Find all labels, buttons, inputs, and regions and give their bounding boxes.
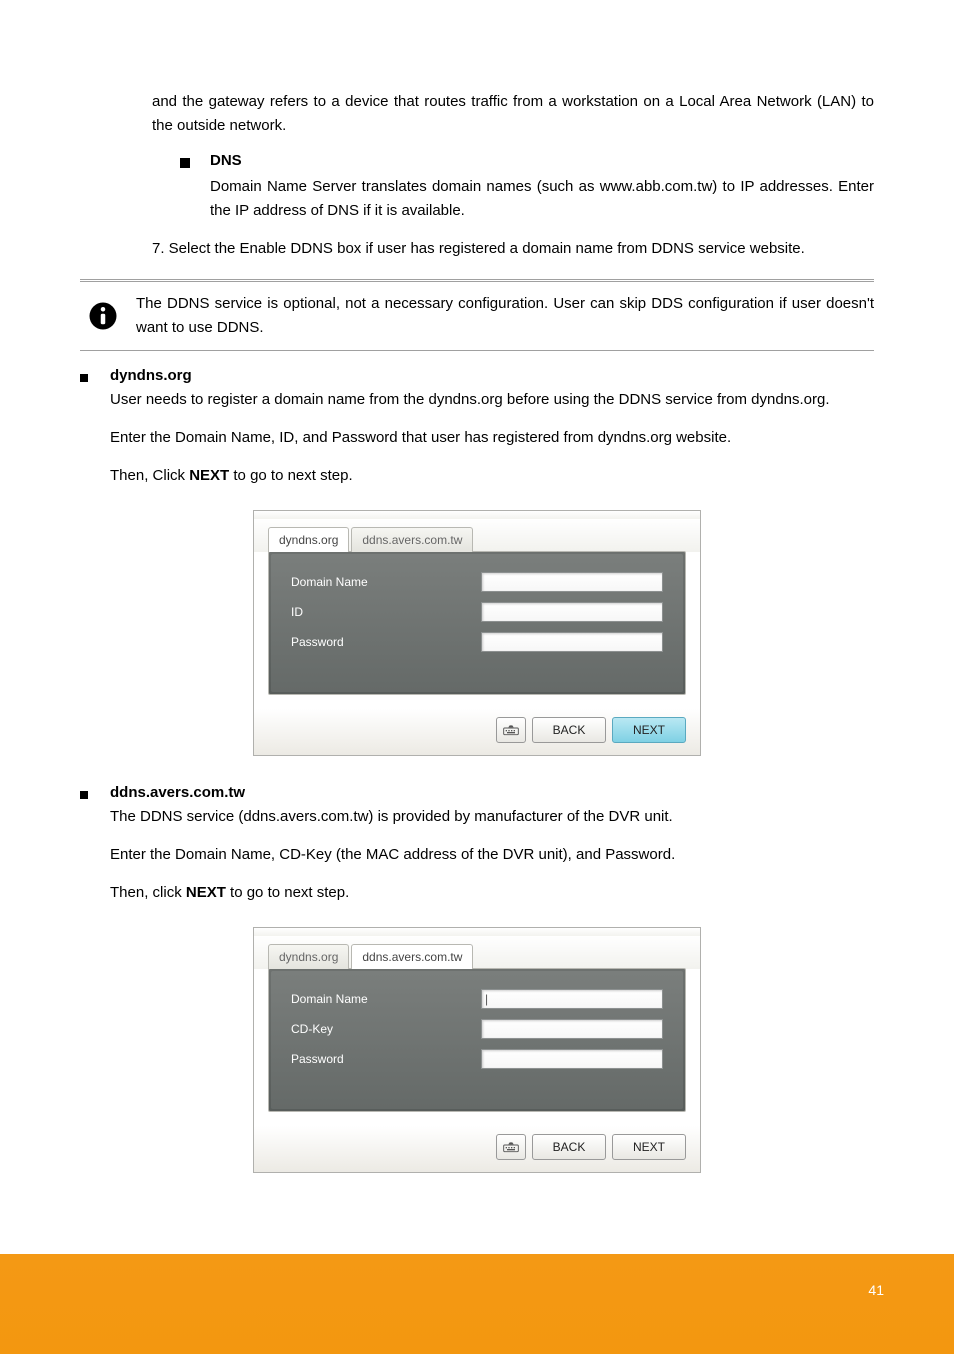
tab-avers[interactable]: ddns.avers.com.tw bbox=[351, 944, 473, 969]
keyboard-button[interactable] bbox=[496, 1134, 526, 1160]
tab-dyndns[interactable]: dyndns.org bbox=[268, 944, 349, 969]
input-password[interactable] bbox=[481, 1049, 663, 1069]
paragraph: Then, click NEXT to go to next step. bbox=[110, 881, 874, 905]
ddns-dyndns-dialog: dyndns.org ddns.avers.com.tw Domain Name… bbox=[253, 510, 701, 756]
back-button[interactable]: BACK bbox=[532, 1134, 606, 1160]
ddns-avers-dialog: dyndns.org ddns.avers.com.tw Domain Name… bbox=[253, 927, 701, 1173]
item-title: dyndns.org bbox=[110, 367, 874, 384]
tab-strip: dyndns.org ddns.avers.com.tw bbox=[254, 519, 700, 552]
label-id: ID bbox=[291, 605, 481, 619]
keyboard-button[interactable] bbox=[496, 717, 526, 743]
square-bullet-icon bbox=[80, 791, 88, 799]
paragraph: The DDNS service (ddns.avers.com.tw) is … bbox=[110, 805, 874, 829]
paragraph: Enter the Domain Name, ID, and Password … bbox=[110, 426, 874, 450]
page-number: 41 bbox=[868, 1282, 884, 1298]
input-domain[interactable] bbox=[481, 572, 663, 592]
label-domain: Domain Name bbox=[291, 992, 481, 1006]
info-note: The DDNS service is optional, not a nece… bbox=[80, 292, 874, 340]
square-bullet-icon bbox=[180, 158, 190, 168]
label-password: Password bbox=[291, 635, 481, 649]
paragraph: User needs to register a domain name fro… bbox=[110, 388, 874, 412]
divider bbox=[80, 279, 874, 282]
page-footer: 41 bbox=[0, 1254, 954, 1354]
item-title: DNS bbox=[210, 152, 242, 169]
next-button[interactable]: NEXT bbox=[612, 1134, 686, 1160]
paragraph: 7. Select the Enable DDNS box if user ha… bbox=[80, 237, 874, 261]
tab-avers[interactable]: ddns.avers.com.tw bbox=[351, 527, 473, 552]
input-domain[interactable]: | bbox=[481, 989, 663, 1009]
list-item: dyndns.org User needs to register a doma… bbox=[80, 367, 874, 502]
label-cdkey: CD-Key bbox=[291, 1022, 481, 1036]
paragraph: Domain Name Server translates domain nam… bbox=[80, 175, 874, 223]
divider bbox=[80, 350, 874, 351]
paragraph: Then, Click NEXT to go to next step. bbox=[110, 464, 874, 488]
input-id[interactable] bbox=[481, 602, 663, 622]
keyboard-icon bbox=[503, 1141, 519, 1153]
input-password[interactable] bbox=[481, 632, 663, 652]
tab-dyndns[interactable]: dyndns.org bbox=[268, 527, 349, 552]
paragraph: and the gateway refers to a device that … bbox=[80, 90, 874, 138]
keyboard-icon bbox=[503, 724, 519, 736]
paragraph: Enter the Domain Name, CD-Key (the MAC a… bbox=[110, 843, 874, 867]
tab-strip: dyndns.org ddns.avers.com.tw bbox=[254, 936, 700, 969]
info-text: The DDNS service is optional, not a nece… bbox=[136, 292, 874, 340]
item-title: ddns.avers.com.tw bbox=[110, 784, 874, 801]
next-button[interactable]: NEXT bbox=[612, 717, 686, 743]
list-item: ddns.avers.com.tw The DDNS service (ddns… bbox=[80, 784, 874, 919]
info-icon bbox=[88, 301, 118, 331]
list-item: DNS bbox=[80, 152, 874, 169]
square-bullet-icon bbox=[80, 374, 88, 382]
label-password: Password bbox=[291, 1052, 481, 1066]
page-body: and the gateway refers to a device that … bbox=[0, 0, 954, 1173]
back-button[interactable]: BACK bbox=[532, 717, 606, 743]
label-domain: Domain Name bbox=[291, 575, 481, 589]
input-cdkey[interactable] bbox=[481, 1019, 663, 1039]
